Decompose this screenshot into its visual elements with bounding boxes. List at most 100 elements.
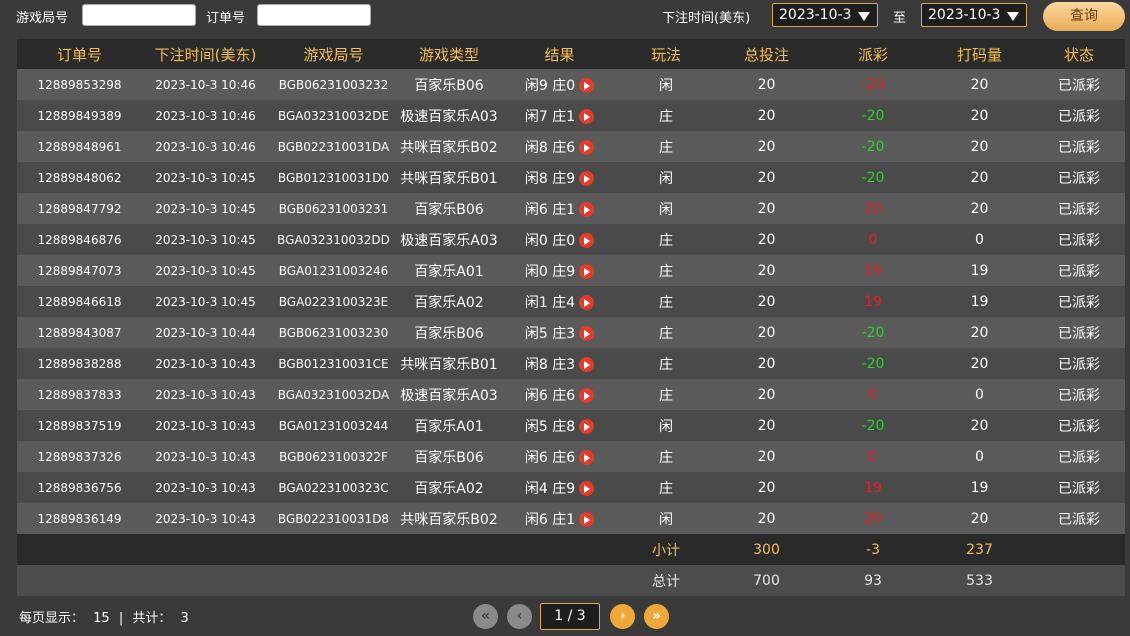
col-game-round: 游戏局号	[269, 39, 398, 69]
play-icon[interactable]	[579, 325, 595, 341]
payout-cell: -20	[820, 348, 926, 379]
total-row: 总计 700 93 533	[17, 565, 1125, 596]
order-no-cell: 12889838288	[17, 348, 142, 379]
total-bet-cell: 20	[713, 224, 820, 255]
page-indicator[interactable]: 1 / 3	[540, 603, 600, 630]
total-bet-cell: 20	[713, 193, 820, 224]
game-round-cell: BGB022310031D8	[269, 503, 398, 534]
bet-time-cell: 2023-10-3 10:43	[142, 472, 269, 503]
result-cell: 闲6 庄1	[500, 193, 619, 224]
table-row: 12889836756 2023-10-3 10:43 BGA0223100323C…	[17, 472, 1125, 503]
play-cell: 闲	[619, 193, 713, 224]
order-no-cell: 12889837519	[17, 410, 142, 441]
date-from-select[interactable]: 2023-10-3	[772, 3, 878, 27]
bet-time-cell: 2023-10-3 10:45	[142, 193, 269, 224]
result-cell: 闲1 庄4	[500, 286, 619, 317]
col-game-type: 游戏类型	[398, 39, 500, 69]
total-bet-cell: 20	[713, 162, 820, 193]
order-no-cell: 12889836149	[17, 503, 142, 534]
result-text: 闲5 庄8	[524, 418, 576, 435]
play-icon[interactable]	[579, 77, 595, 93]
result-text: 闲8 庄9	[524, 170, 576, 187]
turnover-cell: 0	[926, 224, 1033, 255]
next-page-button[interactable]: ›	[610, 604, 635, 629]
result-text: 闲4 庄9	[524, 480, 576, 497]
play-icon[interactable]	[579, 263, 595, 279]
result-cell: 闲0 庄0	[500, 224, 619, 255]
col-status: 状态	[1033, 39, 1125, 69]
order-no-input[interactable]	[257, 4, 371, 26]
chevron-right-icon: ›	[619, 608, 626, 624]
game-type-cell: 百家乐B06	[398, 69, 500, 100]
play-icon[interactable]	[579, 449, 595, 465]
payout-cell: -20	[820, 100, 926, 131]
result-cell: 闲7 庄1	[500, 100, 619, 131]
play-icon[interactable]	[579, 294, 595, 310]
order-no-cell: 12889837833	[17, 379, 142, 410]
col-result: 结果	[500, 39, 619, 69]
game-round-cell: BGB012310031D0	[269, 162, 398, 193]
result-text: 闲9 庄0	[524, 77, 576, 94]
status-cell: 已派彩	[1033, 410, 1125, 441]
turnover-cell: 0	[926, 379, 1033, 410]
play-icon[interactable]	[579, 139, 595, 155]
bet-time-cell: 2023-10-3 10:45	[142, 286, 269, 317]
last-page-button[interactable]: »	[644, 604, 669, 629]
bet-time-cell: 2023-10-3 10:45	[142, 162, 269, 193]
game-type-cell: 极速百家乐A03	[398, 379, 500, 410]
turnover-cell: 20	[926, 193, 1033, 224]
play-cell: 庄	[619, 286, 713, 317]
play-icon[interactable]	[579, 108, 595, 124]
col-total-bet: 总投注	[713, 39, 820, 69]
play-icon[interactable]	[579, 418, 595, 434]
play-cell: 闲	[619, 410, 713, 441]
table-row: 12889847073 2023-10-3 10:45 BGA01231003246…	[17, 255, 1125, 286]
game-type-cell: 百家乐B06	[398, 317, 500, 348]
bet-time-cell: 2023-10-3 10:44	[142, 317, 269, 348]
game-type-cell: 极速百家乐A03	[398, 224, 500, 255]
turnover-cell: 19	[926, 255, 1033, 286]
game-round-cell: BGB012310031CE	[269, 348, 398, 379]
date-to-select[interactable]: 2023-10-3	[921, 3, 1027, 27]
play-icon[interactable]	[579, 201, 595, 217]
table-row: 12889846618 2023-10-3 10:45 BGA0223100323E…	[17, 286, 1125, 317]
result-text: 闲8 庄3	[524, 356, 576, 373]
play-icon[interactable]	[579, 170, 595, 186]
game-type-cell: 共咪百家乐B02	[398, 131, 500, 162]
table-row: 12889836149 2023-10-3 10:43 BGB022310031D8…	[17, 503, 1125, 534]
order-no-cell: 12889848961	[17, 131, 142, 162]
game-type-cell: 百家乐A02	[398, 472, 500, 503]
per-page-value: 15	[93, 611, 110, 626]
play-cell: 庄	[619, 100, 713, 131]
game-type-cell: 百家乐B06	[398, 193, 500, 224]
status-cell: 已派彩	[1033, 162, 1125, 193]
play-icon[interactable]	[579, 232, 595, 248]
result-text: 闲6 庄6	[524, 449, 576, 466]
first-page-button[interactable]: «	[473, 604, 498, 629]
bet-time-cell: 2023-10-3 10:46	[142, 69, 269, 100]
bet-time-label: 下注时间(美东)	[662, 11, 751, 26]
play-icon[interactable]	[579, 480, 595, 496]
total-bet-cell: 20	[713, 286, 820, 317]
table-row: 12889837519 2023-10-3 10:43 BGA01231003244…	[17, 410, 1125, 441]
play-icon[interactable]	[579, 356, 595, 372]
turnover-cell: 20	[926, 503, 1033, 534]
prev-page-button[interactable]: ‹	[507, 604, 532, 629]
play-cell: 庄	[619, 472, 713, 503]
status-cell: 已派彩	[1033, 472, 1125, 503]
table-row: 12889837833 2023-10-3 10:43 BGA032310032DA…	[17, 379, 1125, 410]
play-icon[interactable]	[579, 511, 595, 527]
game-round-cell: BGB0623100322F	[269, 441, 398, 472]
result-cell: 闲8 庄3	[500, 348, 619, 379]
game-round-input[interactable]	[82, 4, 196, 26]
result-text: 闲8 庄6	[524, 139, 576, 156]
caret-down-icon	[1007, 12, 1019, 21]
query-button[interactable]: 查询	[1043, 2, 1125, 31]
game-round-cell: BGA01231003246	[269, 255, 398, 286]
total-bet-cell: 20	[713, 131, 820, 162]
result-text: 闲0 庄9	[524, 263, 576, 280]
bet-records-table: 订单号 下注时间(美东) 游戏局号 游戏类型 结果 玩法 总投注 派彩 打码量 …	[17, 39, 1125, 596]
game-round-cell: BGB022310031DA	[269, 131, 398, 162]
play-icon[interactable]	[579, 387, 595, 403]
table-row: 12889846876 2023-10-3 10:45 BGA032310032DD…	[17, 224, 1125, 255]
